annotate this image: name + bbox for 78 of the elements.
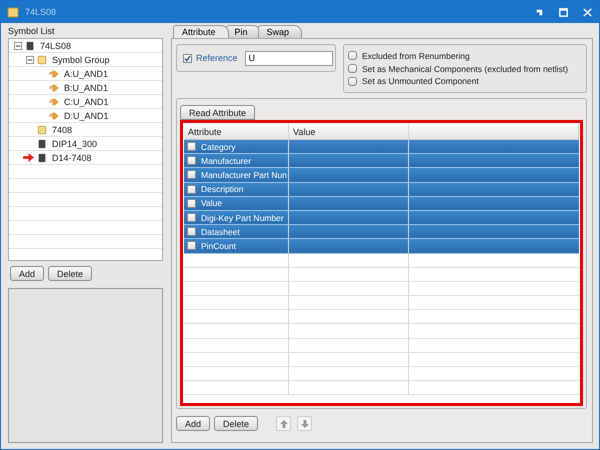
tree-row[interactable]: D:U_AND1	[9, 109, 162, 123]
folder-icon	[37, 54, 47, 64]
tree-row[interactable]: 7408	[9, 123, 162, 137]
close-icon[interactable]	[582, 6, 593, 18]
table-cell: Description	[201, 184, 244, 194]
table-cell: Manufacturer	[201, 156, 252, 166]
window-title: 74LS08	[25, 7, 56, 17]
checkbox[interactable]	[187, 213, 196, 222]
tree-item[interactable]: 7408	[52, 124, 72, 134]
tree-item[interactable]: B:U_AND1	[64, 82, 108, 92]
collapse-icon[interactable]	[26, 56, 34, 64]
checkbox[interactable]	[348, 64, 357, 73]
table-row[interactable]: Manufacturer	[184, 154, 579, 168]
symbol-button[interactable]: Delete	[48, 266, 92, 281]
option-label: Set as Mechanical Components (excluded from netlist)	[362, 64, 568, 74]
table-cell: Manufacturer Part Nun	[201, 170, 287, 180]
arrow-up-icon	[279, 419, 290, 429]
read-attribute-button[interactable]: Read Attribute	[180, 105, 256, 120]
checkbox[interactable]	[348, 51, 357, 60]
move-up-button[interactable]	[276, 416, 292, 431]
table-row[interactable]: Category	[184, 140, 579, 154]
chip-icon	[25, 40, 35, 50]
checkbox[interactable]	[187, 184, 196, 194]
move-down-button[interactable]	[297, 416, 312, 431]
table-row[interactable]: Value	[184, 196, 579, 211]
checkbox[interactable]	[183, 54, 192, 62]
tree-row[interactable]: Symbol Group	[9, 53, 162, 67]
table-row[interactable]: Manufacturer Part Nun	[184, 168, 579, 183]
checkbox[interactable]	[187, 142, 196, 152]
reference-field[interactable]: U	[244, 50, 333, 66]
tree-item[interactable]: A:U_AND1	[64, 68, 108, 78]
checkbox[interactable]	[187, 156, 196, 166]
maximize-icon[interactable]	[558, 6, 569, 18]
arrow-down-icon	[300, 419, 310, 429]
gate-icon	[49, 68, 59, 78]
table-cell: Digi-Key Part Number	[201, 212, 284, 223]
gate-icon	[49, 96, 59, 106]
tree-item[interactable]: D:U_AND1	[64, 110, 109, 120]
tree-item[interactable]: 74LS08	[40, 40, 72, 50]
table-cell: Datasheet	[201, 226, 240, 237]
checkbox[interactable]	[348, 76, 357, 86]
column-header[interactable]: Attribute	[184, 124, 289, 139]
tree-item[interactable]: Symbol Group	[52, 54, 110, 64]
tree-item[interactable]: C:U_AND1	[64, 96, 109, 106]
table-cell: Category	[201, 142, 236, 152]
table-cell: Value	[201, 198, 222, 208]
table-row[interactable]: Datasheet	[184, 225, 579, 240]
folder-icon	[7, 6, 19, 18]
tree-row[interactable]: D14-7408	[9, 151, 162, 165]
option-label: Set as Unmounted Component	[362, 76, 479, 86]
checkbox[interactable]	[187, 170, 196, 180]
reference-label: Reference	[196, 53, 238, 63]
tree-row[interactable]: A:U_AND1	[9, 67, 162, 81]
column-header[interactable]: Value	[289, 124, 409, 139]
checkbox[interactable]	[187, 198, 196, 208]
tree-row[interactable]: 74LS08	[9, 39, 162, 53]
attribute-button[interactable]: Delete	[214, 416, 258, 431]
tree-row[interactable]: B:U_AND1	[9, 81, 162, 95]
tree-item[interactable]: D14-7408	[52, 152, 92, 162]
tree-row[interactable]: DIP14_300	[9, 137, 162, 151]
gate-icon	[49, 110, 59, 120]
option-label: Excluded from Renumbering	[362, 50, 470, 61]
table-row[interactable]: Description	[184, 182, 579, 197]
tab[interactable]: Attribute	[173, 25, 229, 38]
tree-row[interactable]: C:U_AND1	[9, 95, 162, 109]
attribute-button[interactable]: Add	[176, 416, 210, 431]
folder-icon	[37, 124, 47, 134]
symbol-button[interactable]: Add	[10, 266, 44, 281]
collapse-icon[interactable]	[14, 42, 22, 50]
panel-label: Symbol List	[8, 25, 56, 38]
checkbox[interactable]	[187, 227, 196, 236]
tab[interactable]: Swap	[258, 25, 302, 38]
table-row[interactable]: Digi-Key Part Number	[184, 210, 579, 226]
table-cell: PinCount	[201, 240, 236, 251]
tree-item[interactable]: DIP14_300	[52, 138, 98, 148]
table-row[interactable]: PinCount	[184, 239, 579, 254]
gate-icon	[49, 82, 59, 92]
checkbox[interactable]	[187, 241, 196, 250]
